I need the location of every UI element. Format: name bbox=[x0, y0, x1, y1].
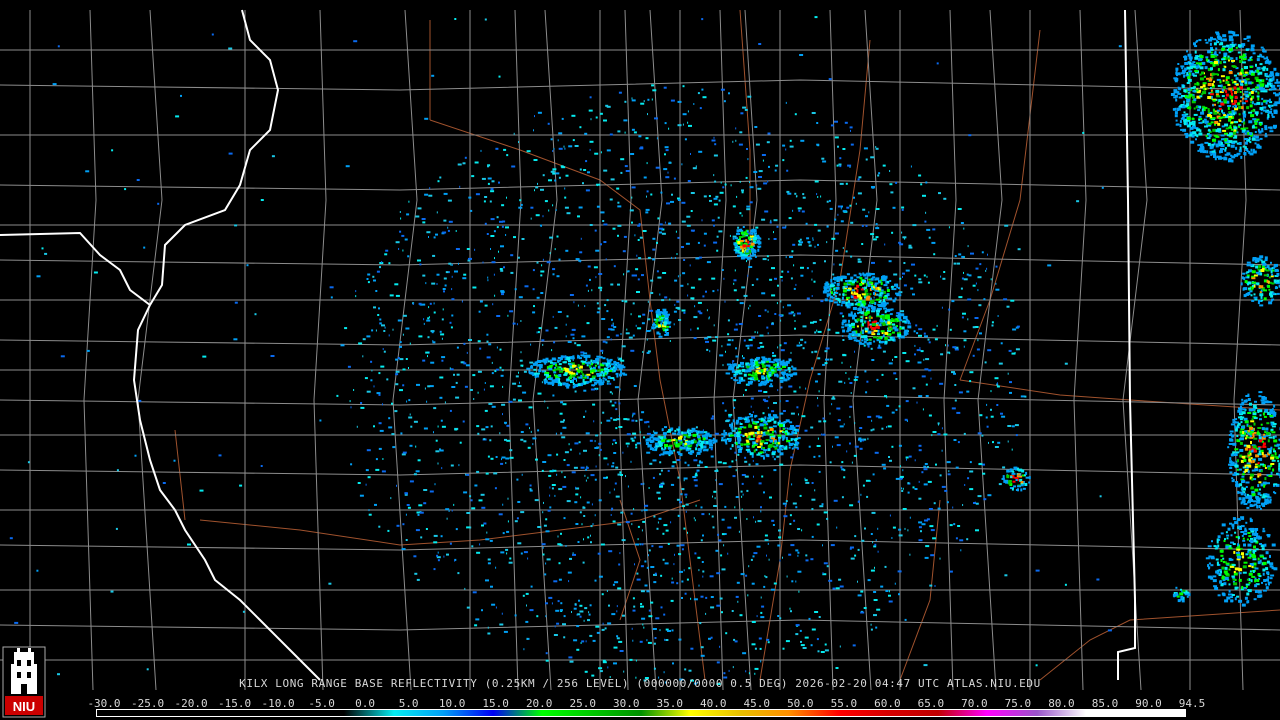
niu-logo: NIU bbox=[2, 646, 46, 718]
state-borders bbox=[0, 9, 1136, 681]
product-caption: KILX LONG RANGE BASE REFLECTIVITY (0.25K… bbox=[239, 677, 1041, 690]
color-scale-labels: -30.0 -25.0 -20.0 -15.0 -10.0 -5.0 0.0 5.0 10.0 1… bbox=[87, 697, 1205, 710]
radar-echoes bbox=[9, 16, 1280, 685]
radar-map bbox=[0, 9, 1280, 691]
reflectivity-color-scale bbox=[96, 709, 1186, 717]
county-borders bbox=[0, 9, 1280, 691]
logo-text: NIU bbox=[13, 699, 35, 714]
